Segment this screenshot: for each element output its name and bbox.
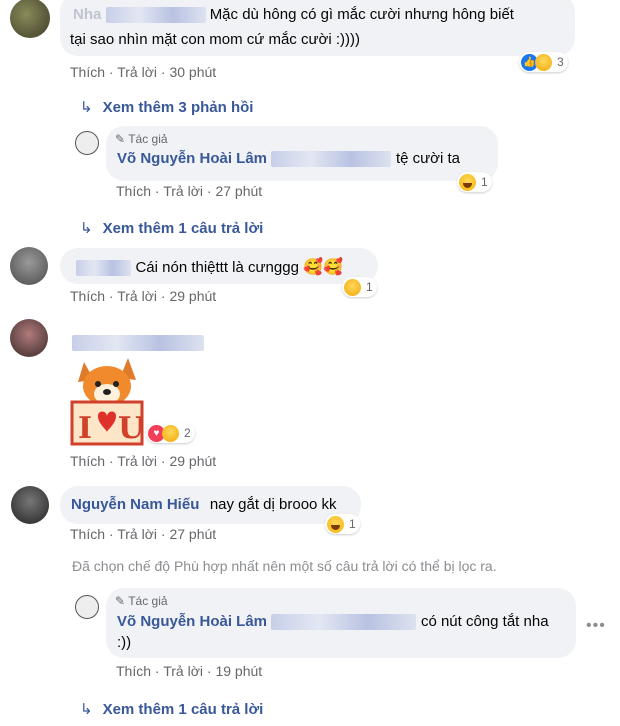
view-more-label: Xem thêm 1 câu trả lời [102, 701, 264, 718]
comment-actions: Thích · Trả lời · 29 phút [70, 288, 216, 304]
comment-text-line: Võ Nguyễn Hoài Lâm có nút công tắt nha [117, 613, 549, 631]
pencil-icon: ✎ [115, 132, 126, 146]
reaction-summary[interactable]: 1 [325, 514, 360, 534]
comment-bubble: Cái nón thiệttt là cưnggg 🥰🥰 [60, 248, 378, 284]
comment-actions: Thích · Trả lời · 27 phút [116, 183, 262, 199]
reply-button[interactable]: Trả lời [163, 183, 203, 199]
comment-bubble: ✎ Tác giả Võ Nguyễn Hoài Lâm tệ cười ta [106, 126, 498, 181]
comment-time[interactable]: 30 phút [169, 64, 216, 80]
comment-text: Mặc dù hông có gì mắc cười nhưng hông bi… [209, 6, 514, 23]
comment-text-line: Võ Nguyễn Hoài Lâm tệ cười ta [117, 150, 460, 168]
blurred-name [72, 334, 204, 352]
corgi-sticker-icon: I U [70, 358, 144, 446]
commenter-name[interactable]: Nha [73, 6, 101, 23]
comment-time[interactable]: 29 phút [169, 453, 216, 469]
care-reaction-icon [162, 424, 179, 442]
avatar[interactable] [75, 595, 99, 619]
comment-text: Cái nón thiệttt là cưnggg [135, 259, 299, 276]
heart-face-emoji-icon: 🥰🥰 [303, 259, 344, 276]
comment-text: tệ cười ta [395, 150, 461, 167]
reaction-count: 1 [366, 280, 373, 294]
like-button[interactable]: Thích [116, 663, 151, 679]
comment-actions: Thích · Trả lời · 19 phút [116, 663, 262, 679]
author-badge: ✎ Tác giả [115, 132, 168, 146]
svg-text:U: U [118, 411, 144, 446]
separator: · [154, 663, 164, 679]
corgi-sticker[interactable]: I U [68, 352, 146, 447]
comment-text-line: Nguyễn Nam Hiếu nay gắt dị brooo kk [71, 496, 337, 514]
reply-button[interactable]: Trả lời [117, 526, 157, 542]
comment-actions: Thích · Trả lời · 29 phút [70, 453, 216, 469]
avatar[interactable] [10, 0, 50, 38]
view-more-label: Xem thêm 1 câu trả lời [102, 220, 264, 237]
like-button[interactable]: Thích [70, 526, 105, 542]
commenter-name[interactable]: Nguyễn Nam Hiếu [71, 496, 199, 513]
care-reaction-icon [344, 278, 361, 296]
comment-bubble: ✎ Tác giả Võ Nguyễn Hoài Lâm có nút công… [106, 588, 576, 658]
like-button[interactable]: Thích [116, 183, 151, 199]
haha-reaction-icon [459, 173, 476, 191]
comment-text-line-2: tại sao nhìn mặt con mom cứ mắc cười :))… [70, 31, 360, 48]
reaction-summary[interactable]: 1 [342, 277, 377, 297]
blurred-name [271, 150, 392, 167]
comment-bubble: Nha Mặc dù hông có gì mắc cười nhưng hôn… [60, 0, 575, 56]
more-horizontal-icon[interactable]: ••• [586, 617, 606, 635]
blurred-name [76, 259, 131, 276]
filter-notice: Đã chọn chế độ Phù hợp nhất nên một số c… [72, 558, 497, 574]
reply-arrow-icon: ↳ [80, 220, 93, 237]
separator: · [108, 64, 118, 80]
comment-text: nay gắt dị brooo kk [209, 496, 337, 513]
author-label: Tác giả [128, 132, 168, 146]
avatar[interactable] [75, 131, 99, 155]
separator: · [108, 453, 118, 469]
reaction-summary[interactable]: 👍 3 [519, 52, 568, 72]
reply-button[interactable]: Trả lời [163, 663, 203, 679]
comment-bubble: Nguyễn Nam Hiếu nay gắt dị brooo kk [60, 486, 361, 524]
reply-button[interactable]: Trả lời [117, 453, 157, 469]
comment-text-line: Nha Mặc dù hông có gì mắc cười nhưng hôn… [73, 6, 514, 24]
comment-text: có nút công tắt nha [420, 613, 549, 630]
view-more-replies-link[interactable]: ↳ Xem thêm 1 câu trả lời [80, 219, 263, 237]
like-button[interactable]: Thích [70, 64, 105, 80]
view-more-replies-link[interactable]: ↳ Xem thêm 1 câu trả lời [80, 700, 263, 718]
comment-actions: Thích · Trả lời · 30 phút [70, 64, 216, 80]
haha-reaction-icon [327, 515, 344, 533]
reaction-summary[interactable]: ♥ 2 [146, 423, 195, 443]
comment-actions: Thích · Trả lời · 27 phút [70, 526, 216, 542]
commenter-name[interactable]: Võ Nguyễn Hoài Lâm [117, 150, 267, 167]
like-button[interactable]: Thích [70, 288, 105, 304]
comment-time[interactable]: 29 phút [169, 288, 216, 304]
comment-text-line: Cái nón thiệttt là cưnggg 🥰🥰 [76, 257, 343, 277]
comment-time[interactable]: 19 phút [215, 663, 262, 679]
view-more-label: Xem thêm 3 phản hồi [102, 99, 254, 116]
view-more-replies-link[interactable]: ↳ Xem thêm 3 phản hồi [80, 98, 253, 116]
care-reaction-icon [535, 53, 552, 71]
reaction-count: 3 [557, 55, 564, 69]
avatar[interactable] [10, 319, 48, 357]
separator: · [154, 183, 164, 199]
avatar[interactable] [11, 486, 49, 524]
blurred-name [271, 613, 417, 630]
reaction-count: 1 [481, 175, 488, 189]
author-label: Tác giả [128, 594, 168, 608]
like-button[interactable]: Thích [70, 453, 105, 469]
comment-text-line-2: :)) [117, 634, 132, 651]
comment-time[interactable]: 27 phút [215, 183, 262, 199]
avatar[interactable] [10, 247, 48, 285]
separator: · [108, 526, 118, 542]
svg-text:I: I [78, 411, 92, 446]
reaction-count: 1 [349, 517, 356, 531]
reply-arrow-icon: ↳ [80, 99, 93, 116]
reply-arrow-icon: ↳ [80, 701, 93, 718]
reply-button[interactable]: Trả lời [117, 288, 157, 304]
reaction-count: 2 [184, 426, 191, 440]
blurred-name [105, 7, 206, 24]
separator: · [108, 288, 118, 304]
reaction-summary[interactable]: 1 [457, 172, 492, 192]
comment-time[interactable]: 27 phút [169, 526, 216, 542]
pencil-icon: ✎ [115, 594, 126, 608]
commenter-name[interactable]: Võ Nguyễn Hoài Lâm [117, 613, 267, 630]
author-badge: ✎ Tác giả [115, 594, 168, 608]
reply-button[interactable]: Trả lời [117, 64, 157, 80]
